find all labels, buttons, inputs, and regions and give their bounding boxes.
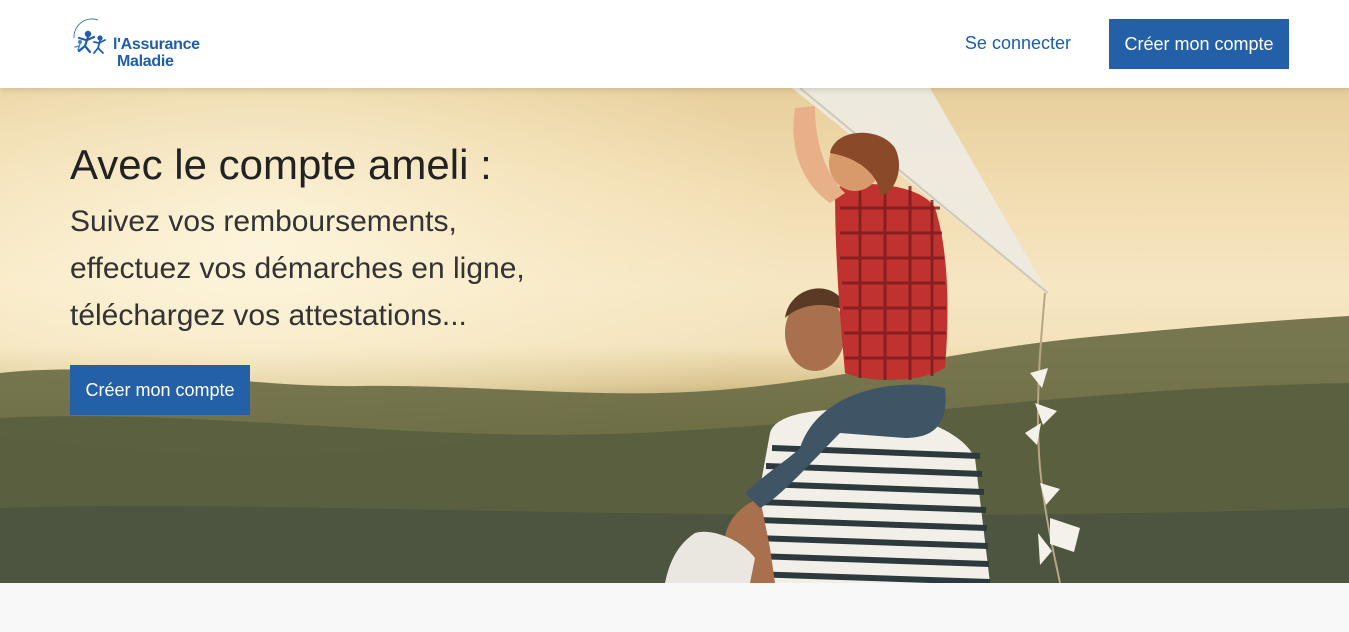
hero-title: Avec le compte ameli :: [70, 141, 492, 188]
assurance-maladie-logo[interactable]: l'Assurance Maladie: [68, 16, 200, 72]
site-header: l'Assurance Maladie Se connecter Créer m…: [0, 0, 1349, 88]
hero-banner: Avec le compte ameli : Suivez vos rembou…: [0, 88, 1349, 583]
hero-line-2: effectuez vos démarches en ligne,: [70, 252, 525, 285]
content-area-start: [0, 583, 1349, 632]
hero-create-account-button[interactable]: Créer mon compte: [70, 365, 250, 415]
hero-text-block: Avec le compte ameli : Suivez vos rembou…: [70, 140, 690, 339]
hero-line-1: Suivez vos remboursements,: [70, 205, 457, 238]
logo-subtitle: Maladie: [117, 53, 174, 70]
login-link[interactable]: Se connecter: [965, 33, 1071, 54]
hero-subtitle: Suivez vos remboursements, effectuez vos…: [70, 198, 690, 339]
logo-figures-icon: [73, 18, 106, 54]
logo-title: l'Assurance: [113, 36, 200, 53]
hero-line-3: téléchargez vos attestations...: [70, 299, 467, 332]
header-create-account-button[interactable]: Créer mon compte: [1109, 19, 1289, 69]
